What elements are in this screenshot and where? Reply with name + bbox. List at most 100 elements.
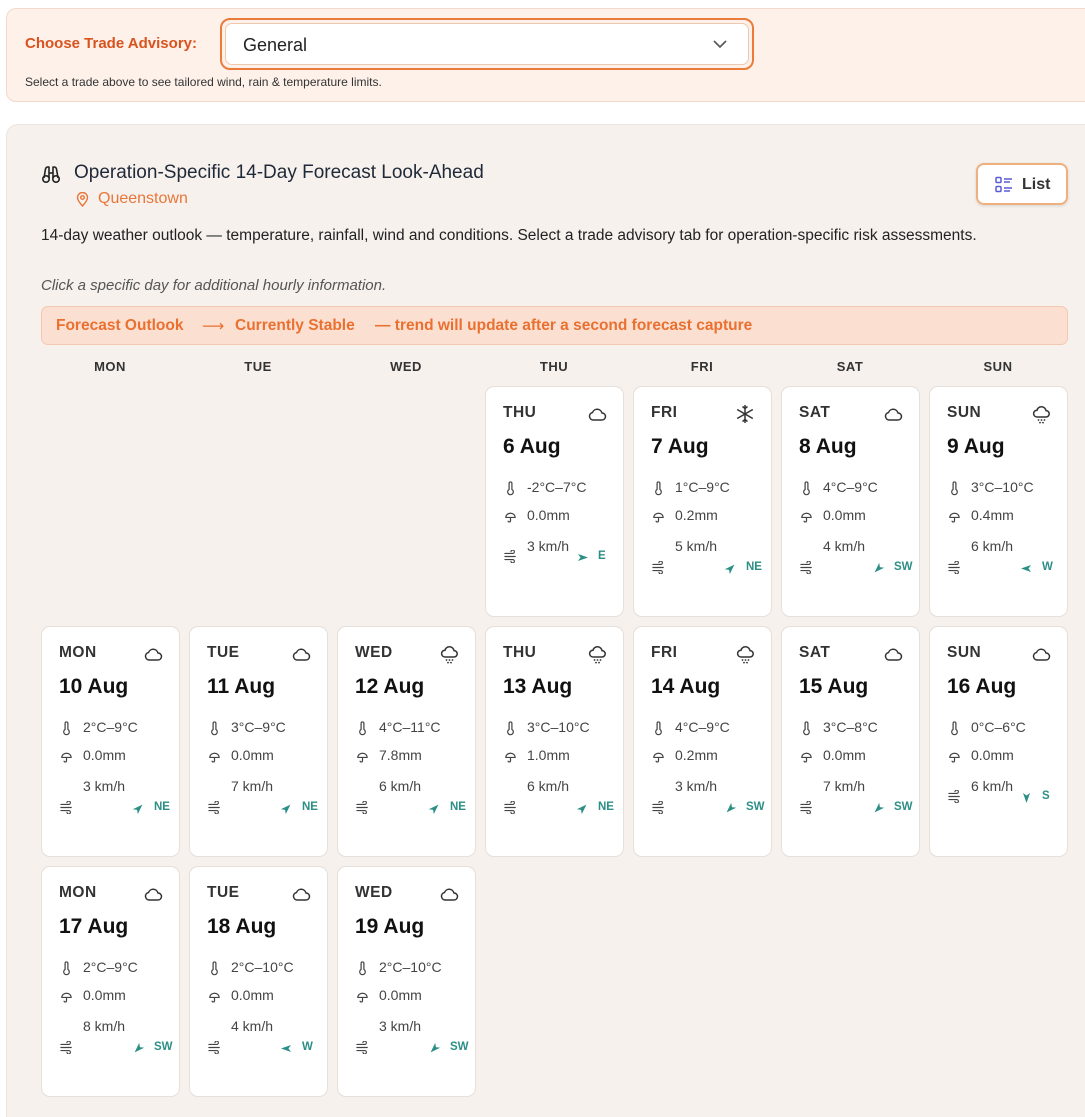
- list-view-button[interactable]: List: [976, 163, 1068, 205]
- rainfall-value: 0.2mm: [675, 747, 718, 763]
- wind-direction-arrow-icon: [576, 804, 587, 815]
- wind-speed-value: 4 km/h: [231, 1018, 274, 1034]
- forecast-day-card[interactable]: THU 6 Aug -2°C–7°C 0.0mm 3 km/h E: [485, 386, 624, 617]
- wind-direction-arrow-icon: [430, 1042, 441, 1053]
- temperature-value: 1°C–9°C: [675, 479, 730, 495]
- thermometer-icon: [507, 481, 514, 496]
- wind-speed-value: 3 km/h: [83, 778, 126, 794]
- forecast-day-card[interactable]: WED 19 Aug 2°C–10°C 0.0mm 3 km/h SW: [337, 866, 476, 1097]
- temperature-value: 3°C–10°C: [971, 479, 1034, 495]
- rainfall-value: 7.8mm: [379, 747, 422, 763]
- thermometer-icon: [803, 721, 810, 736]
- day-card-weekday: WED: [355, 884, 393, 901]
- wind-direction-arrow-icon: [874, 562, 885, 573]
- forecast-panel: Operation-Specific 14-Day Forecast Look-…: [6, 124, 1085, 1117]
- thermometer-icon: [507, 721, 514, 736]
- day-card-weekday: THU: [503, 644, 537, 661]
- wind-direction-label: SW: [746, 801, 765, 813]
- thermometer-icon: [63, 721, 70, 736]
- forecast-day-card[interactable]: SAT 8 Aug 4°C–9°C 0.0mm 4 km/h SW: [781, 386, 920, 617]
- umbrella-icon: [61, 992, 72, 1003]
- wind-direction-arrow-icon: [1021, 565, 1031, 572]
- trade-advisory-select-field[interactable]: General: [225, 23, 749, 65]
- wind-icon: [948, 790, 960, 803]
- wind-icon: [208, 801, 220, 814]
- wind-direction-label: NE: [450, 801, 466, 813]
- wind-speed-value: 3 km/h: [379, 1018, 422, 1034]
- day-card-date: 19 Aug: [355, 915, 425, 938]
- trend-status: Currently Stable: [235, 317, 355, 334]
- forecast-day-card[interactable]: WED 12 Aug 4°C–11°C 7.8mm 6 km/h NE: [337, 626, 476, 857]
- forecast-title: Operation-Specific 14-Day Forecast Look-…: [74, 162, 484, 183]
- cloud-icon: [440, 888, 459, 901]
- day-card-weekday: SAT: [799, 644, 831, 661]
- temperature-value: 4°C–9°C: [823, 479, 878, 495]
- day-card-date: 11 Aug: [207, 675, 276, 698]
- forecast-day-card[interactable]: SUN 16 Aug 0°C–6°C 0.0mm 6 km/h S: [929, 626, 1068, 857]
- wind-direction-label: E: [598, 550, 606, 562]
- wind-speed-value: 4 km/h: [823, 538, 866, 554]
- wind-direction-label: NE: [746, 561, 762, 573]
- weekday-header-sun: SUN: [983, 359, 1013, 374]
- rainfall-value: 1.0mm: [527, 747, 570, 763]
- wind-speed-value: 6 km/h: [971, 778, 1014, 794]
- rainfall-value: 0.0mm: [83, 987, 126, 1003]
- wind-icon: [800, 801, 812, 814]
- temperature-value: -2°C–7°C: [527, 479, 587, 495]
- trend-arrow: ⟶: [202, 318, 225, 335]
- forecast-day-card[interactable]: FRI 14 Aug 4°C–9°C 0.2mm 3 km/h SW: [633, 626, 772, 857]
- thermometer-icon: [655, 721, 662, 736]
- temperature-value: 3°C–8°C: [823, 719, 878, 735]
- wind-direction-arrow-icon: [134, 1042, 145, 1053]
- day-card-weekday: MON: [59, 644, 97, 661]
- wind-speed-value: 6 km/h: [379, 778, 422, 794]
- forecast-description: 14-day weather outlook — temperature, ra…: [41, 227, 977, 244]
- forecast-day-card[interactable]: SAT 15 Aug 3°C–8°C 0.0mm 7 km/h SW: [781, 626, 920, 857]
- wind-icon: [652, 801, 664, 814]
- trade-advisory-bar: Choose Trade Advisory: General Select a …: [6, 8, 1085, 102]
- day-card-date: 7 Aug: [651, 435, 709, 458]
- map-pin-icon: [76, 192, 89, 207]
- forecast-location: Queenstown: [98, 190, 188, 207]
- day-card-date: 6 Aug: [503, 435, 561, 458]
- forecast-trend-banner: Forecast Outlook ⟶ Currently Stable — tr…: [41, 306, 1068, 345]
- list-view-button-label: List: [1022, 176, 1051, 193]
- thermometer-icon: [951, 481, 958, 496]
- wind-icon: [60, 1041, 72, 1054]
- binoculars-icon: [41, 166, 61, 184]
- rain-cloud-icon: [1032, 405, 1050, 424]
- wind-direction-arrow-icon: [874, 802, 885, 813]
- umbrella-icon: [801, 752, 812, 763]
- forecast-day-card[interactable]: MON 17 Aug 2°C–9°C 0.0mm 8 km/h SW: [41, 866, 180, 1097]
- wind-icon: [800, 561, 812, 574]
- forecast-day-card[interactable]: TUE 11 Aug 3°C–9°C 0.0mm 7 km/h NE: [189, 626, 328, 857]
- thermometer-icon: [951, 721, 958, 736]
- rainfall-value: 0.4mm: [971, 507, 1014, 523]
- rainfall-value: 0.0mm: [971, 747, 1014, 763]
- forecast-day-card[interactable]: SUN 9 Aug 3°C–10°C 0.4mm 6 km/h W: [929, 386, 1068, 617]
- weekday-header-sat: SAT: [836, 359, 864, 374]
- rainfall-value: 0.0mm: [823, 747, 866, 763]
- day-card-weekday: MON: [59, 884, 97, 901]
- weekday-header-thu: THU: [539, 359, 569, 374]
- umbrella-icon: [357, 992, 368, 1003]
- rainfall-value: 0.0mm: [823, 507, 866, 523]
- wind-speed-value: 6 km/h: [971, 538, 1014, 554]
- day-card-weekday: TUE: [207, 884, 240, 901]
- wind-direction-label: S: [1042, 790, 1050, 802]
- thermometer-icon: [803, 481, 810, 496]
- cloud-icon: [884, 648, 903, 661]
- forecast-day-card[interactable]: TUE 18 Aug 2°C–10°C 0.0mm 4 km/h W: [189, 866, 328, 1097]
- forecast-day-card[interactable]: MON 10 Aug 2°C–9°C 0.0mm 3 km/h NE: [41, 626, 180, 857]
- weekday-header-fri: FRI: [690, 359, 714, 374]
- wind-icon: [652, 561, 664, 574]
- day-card-date: 15 Aug: [799, 675, 869, 698]
- temperature-value: 0°C–6°C: [971, 719, 1026, 735]
- day-card-weekday: SAT: [799, 404, 831, 421]
- umbrella-icon: [209, 992, 220, 1003]
- weekday-header-tue: TUE: [244, 359, 272, 374]
- trade-advisory-select[interactable]: General: [220, 18, 754, 70]
- day-card-date: 12 Aug: [355, 675, 425, 698]
- forecast-day-card[interactable]: FRI 7 Aug 1°C–9°C 0.2mm 5 km/h NE: [633, 386, 772, 617]
- forecast-day-card[interactable]: THU 13 Aug 3°C–10°C 1.0mm 6 km/h NE: [485, 626, 624, 857]
